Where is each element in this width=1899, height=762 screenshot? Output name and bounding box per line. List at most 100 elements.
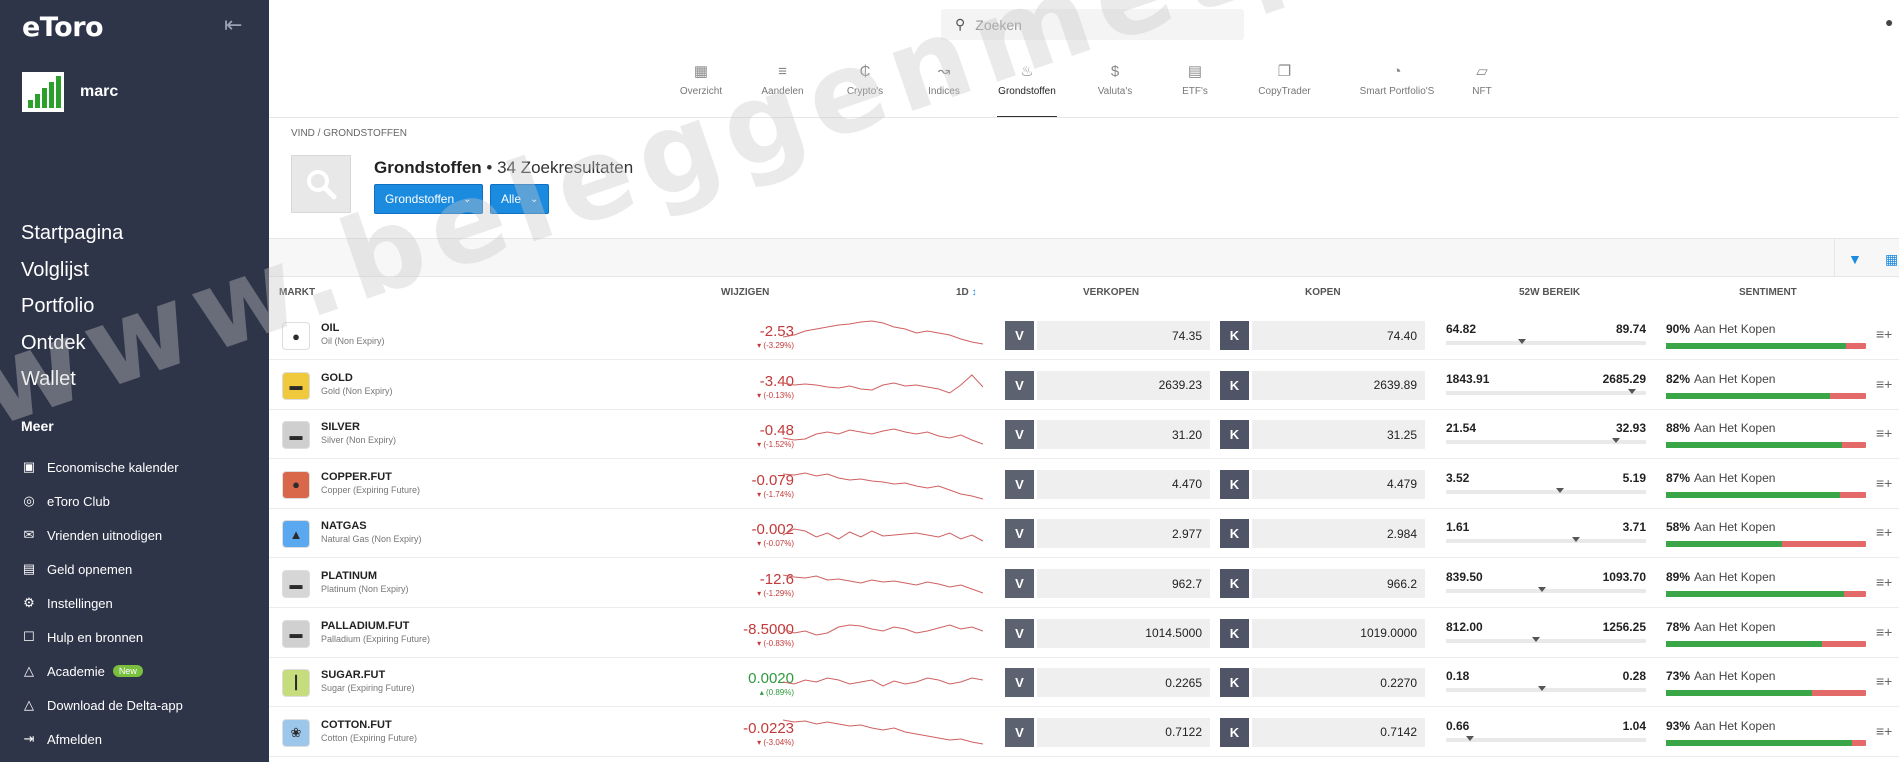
buy-button[interactable]: K: [1220, 569, 1249, 598]
sell-price[interactable]: 0.2265: [1037, 668, 1210, 698]
buy-button[interactable]: K: [1220, 668, 1249, 698]
sell-button[interactable]: V: [1005, 717, 1034, 747]
add-to-list-icon[interactable]: ≡+: [1876, 524, 1892, 540]
sell-price[interactable]: 2.977: [1037, 519, 1210, 549]
tab-cryptos[interactable]: ₵ Crypto's: [831, 62, 899, 118]
instrument-symbol[interactable]: OIL: [321, 322, 339, 334]
instrument-symbol[interactable]: NATGAS: [321, 520, 367, 532]
tab-nft[interactable]: ▱ NFT: [1442, 62, 1522, 118]
add-to-list-icon[interactable]: ≡+: [1876, 574, 1892, 590]
table-row[interactable]: ▲ NATGAS Natural Gas (Non Expiry) -0.002…: [269, 508, 1899, 559]
category-dropdown[interactable]: Grondstoffen ⌄: [374, 184, 483, 214]
tab-grondstoffen[interactable]: ♨ Grondstoffen: [997, 62, 1057, 118]
table-row[interactable]: ● OIL Oil (Non Expiry) -2.53 ▾ (-3.29%) …: [269, 310, 1899, 360]
column-header-sell[interactable]: VERKOPEN: [1083, 287, 1139, 298]
grid-view-icon[interactable]: ▦: [1885, 251, 1898, 268]
tab-etfs[interactable]: ▤ ETF's: [1173, 62, 1217, 118]
buy-price[interactable]: 0.2270: [1252, 668, 1425, 698]
add-to-list-icon[interactable]: ≡+: [1876, 723, 1892, 739]
table-row[interactable]: ▬ SILVER Silver (Non Expiry) -0.48 ▾ (-1…: [269, 409, 1899, 460]
buy-button[interactable]: K: [1220, 717, 1249, 747]
buy-price[interactable]: 4.479: [1252, 469, 1425, 499]
username[interactable]: marc: [80, 83, 118, 101]
sell-price[interactable]: 31.20: [1037, 420, 1210, 450]
breadcrumb[interactable]: VIND / GRONDSTOFFEN: [291, 128, 407, 139]
buy-price[interactable]: 2.984: [1252, 519, 1425, 549]
menu-item-logout[interactable]: ⇥ Afmelden: [21, 722, 183, 756]
buy-button[interactable]: K: [1220, 469, 1249, 499]
tab-aandelen[interactable]: ≡ Aandelen: [734, 62, 831, 118]
add-to-list-icon[interactable]: ≡+: [1876, 624, 1892, 640]
menu-item-help[interactable]: ☐ Hulp en bronnen: [21, 620, 183, 654]
menu-item-settings[interactable]: ⚙ Instellingen: [21, 586, 183, 620]
avatar[interactable]: [22, 72, 64, 112]
instrument-symbol[interactable]: SILVER: [321, 421, 360, 433]
instrument-symbol[interactable]: COPPER.FUT: [321, 471, 392, 483]
menu-item-delta[interactable]: △ Download de Delta-app: [21, 688, 183, 722]
nav-item-portfolio[interactable]: Portfolio: [21, 288, 123, 325]
column-header-market[interactable]: MARKT: [279, 287, 315, 298]
sell-price[interactable]: 1014.5000: [1037, 618, 1210, 648]
tab-overzicht[interactable]: ▦ Overzicht: [668, 62, 734, 118]
menu-item-academy[interactable]: △ Academie New: [21, 654, 183, 688]
buy-price[interactable]: 2639.89: [1252, 370, 1425, 400]
add-to-list-icon[interactable]: ≡+: [1876, 425, 1892, 441]
sell-price[interactable]: 0.7122: [1037, 717, 1210, 747]
table-row[interactable]: ┃ SUGAR.FUT Sugar (Expiring Future) 0.00…: [269, 657, 1899, 708]
add-to-list-icon[interactable]: ≡+: [1876, 475, 1892, 491]
nav-item-ontdek[interactable]: Ontdek: [21, 325, 123, 362]
buy-button[interactable]: K: [1220, 618, 1249, 648]
menu-item-calendar[interactable]: ▣ Economische kalender: [21, 450, 183, 484]
menu-item-club[interactable]: ◎ eToro Club: [21, 484, 183, 518]
sell-button[interactable]: V: [1005, 569, 1034, 598]
user-profile[interactable]: marc: [22, 72, 118, 112]
column-header-period[interactable]: 1D ↕: [956, 287, 977, 298]
sell-button[interactable]: V: [1005, 321, 1034, 350]
instrument-symbol[interactable]: SUGAR.FUT: [321, 669, 385, 681]
sell-button[interactable]: V: [1005, 420, 1034, 450]
table-row[interactable]: ❀ COTTON.FUT Cotton (Expiring Future) -0…: [269, 707, 1899, 757]
column-header-sentiment[interactable]: SENTIMENT: [1739, 287, 1797, 298]
table-row[interactable]: ▬ GOLD Gold (Non Expiry) -3.40 ▾ (-0.13%…: [269, 360, 1899, 410]
column-header-range[interactable]: 52W BEREIK: [1519, 287, 1580, 298]
buy-button[interactable]: K: [1220, 420, 1249, 450]
buy-price[interactable]: 1019.0000: [1252, 618, 1425, 648]
table-row[interactable]: ▬ PALLADIUM.FUT Palladium (Expiring Futu…: [269, 608, 1899, 658]
nav-item-startpagina[interactable]: Startpagina: [21, 215, 123, 252]
tab-valutas[interactable]: $ Valuta's: [1057, 62, 1173, 118]
nav-item-wallet[interactable]: Wallet: [21, 361, 123, 398]
add-to-list-icon[interactable]: ≡+: [1876, 376, 1892, 392]
sell-button[interactable]: V: [1005, 618, 1034, 648]
tab-smart-portfolio[interactable]: ◔ Smart Portfolio'S: [1352, 62, 1442, 118]
menu-item-withdraw[interactable]: ▤ Geld opnemen: [21, 552, 183, 586]
tab-indices[interactable]: ↝ Indices: [899, 62, 989, 118]
sell-button[interactable]: V: [1005, 469, 1034, 499]
sell-price[interactable]: 962.7: [1037, 569, 1210, 598]
bell-icon[interactable]: ●: [1885, 14, 1893, 30]
sell-price[interactable]: 4.470: [1037, 469, 1210, 499]
column-header-change[interactable]: WIJZIGEN: [721, 287, 769, 298]
instrument-symbol[interactable]: GOLD: [321, 372, 353, 384]
tab-copytrader[interactable]: ❐ CopyTrader: [1217, 62, 1352, 118]
instrument-symbol[interactable]: PLATINUM: [321, 570, 377, 582]
all-dropdown[interactable]: Alle ⌄: [490, 184, 550, 214]
buy-button[interactable]: K: [1220, 519, 1249, 549]
instrument-symbol[interactable]: PALLADIUM.FUT: [321, 620, 409, 632]
buy-price[interactable]: 0.7142: [1252, 717, 1425, 747]
sell-price[interactable]: 2639.23: [1037, 370, 1210, 400]
sell-price[interactable]: 74.35: [1037, 321, 1210, 350]
sell-button[interactable]: V: [1005, 668, 1034, 698]
buy-price[interactable]: 74.40: [1252, 321, 1425, 350]
buy-button[interactable]: K: [1220, 370, 1249, 400]
sell-button[interactable]: V: [1005, 519, 1034, 549]
filter-icon[interactable]: ▼: [1848, 251, 1862, 267]
buy-price[interactable]: 966.2: [1252, 569, 1425, 598]
instrument-symbol[interactable]: COTTON.FUT: [321, 719, 392, 731]
buy-button[interactable]: K: [1220, 321, 1249, 350]
menu-item-invite[interactable]: ✉ Vrienden uitnodigen: [21, 518, 183, 552]
add-to-list-icon[interactable]: ≡+: [1876, 673, 1892, 689]
nav-item-volglijst[interactable]: Volglijst: [21, 252, 123, 289]
add-to-list-icon[interactable]: ≡+: [1876, 326, 1892, 342]
table-row[interactable]: ● COPPER.FUT Copper (Expiring Future) -0…: [269, 459, 1899, 509]
search-input[interactable]: ⚲ Zoeken: [941, 9, 1244, 40]
